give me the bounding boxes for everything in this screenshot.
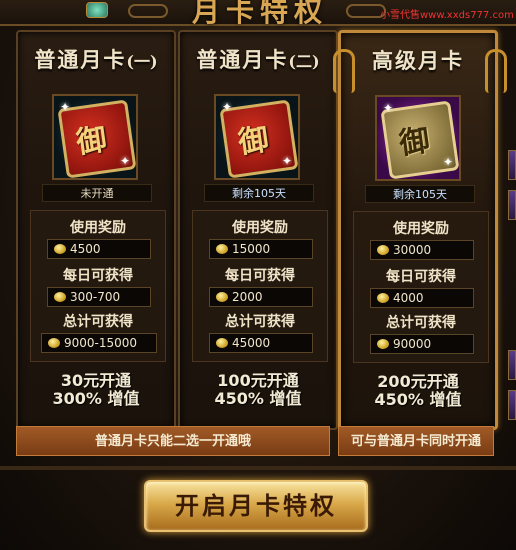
- card-price: 30元开通 300% 增值: [52, 371, 140, 408]
- panel-title: 月卡特权: [191, 0, 328, 28]
- card-title: 高级月卡: [372, 48, 464, 73]
- gold-coin-icon: [377, 293, 389, 303]
- watermark-text: 小雪代售www.xxds777.com: [380, 10, 514, 21]
- total-value-box: 90000: [370, 334, 474, 354]
- total-label: 总计可获得: [63, 314, 133, 330]
- daily-label: 每日可获得: [63, 268, 133, 284]
- gold-coin-icon: [377, 339, 389, 349]
- card-price: 100元开通 450% 增值: [214, 371, 302, 408]
- total-label: 总计可获得: [386, 315, 456, 331]
- red-book-icon: 御 ✦ ✦: [52, 94, 138, 180]
- gold-coin-icon: [54, 244, 66, 254]
- total-label: 总计可获得: [225, 314, 295, 330]
- card-status: 剩余105天: [365, 185, 475, 203]
- daily-value-box: 4000: [370, 288, 474, 308]
- reward-section: 使用奖励 15000 每日可获得 2000 总计可获得 45000: [192, 210, 328, 362]
- gold-coin-icon: [48, 338, 60, 348]
- reward-section: 使用奖励 4500 每日可获得 300-700 总计可获得 9000-15000: [30, 210, 166, 362]
- gold-coin-icon: [216, 244, 228, 254]
- side-menu-icon[interactable]: [508, 150, 516, 180]
- reward-label: 使用奖励: [70, 220, 126, 236]
- reward-value-box: 4500: [47, 239, 151, 259]
- gem-icon: [86, 2, 108, 18]
- gold-coin-icon: [216, 338, 228, 348]
- red-book-icon: 御 ✦ ✦: [214, 94, 300, 180]
- gold-coin-icon: [216, 292, 228, 302]
- reward-label: 使用奖励: [393, 221, 449, 237]
- gold-book-icon: 御 ✦ ✦: [375, 95, 461, 181]
- knot-ornament: [128, 4, 168, 18]
- card-title: 普通月卡(一): [34, 47, 158, 72]
- daily-value-box: 300-700: [47, 287, 151, 307]
- card-title: 普通月卡(二): [196, 47, 320, 72]
- card-price: 200元开通 450% 增值: [374, 372, 462, 409]
- card-status: 剩余105天: [204, 184, 314, 202]
- daily-value-box: 2000: [209, 287, 313, 307]
- reward-label: 使用奖励: [232, 220, 288, 236]
- total-value-box: 45000: [209, 333, 313, 353]
- gold-coin-icon: [54, 292, 66, 302]
- side-menu-icon[interactable]: [508, 350, 516, 380]
- daily-label: 每日可获得: [225, 268, 295, 284]
- total-value-box: 9000-15000: [41, 333, 157, 353]
- premium-card-note: 可与普通月卡同时开通: [338, 426, 494, 456]
- month-card-premium[interactable]: 高级月卡 御 ✦ ✦ 剩余105天 使用奖励 30000 每日可获得 4000 …: [333, 30, 507, 430]
- month-card-panel: 月卡特权 小雪代售www.xxds777.com 普通月卡(一) 御 ✦ ✦ 未…: [0, 0, 516, 550]
- reward-section: 使用奖励 30000 每日可获得 4000 总计可获得 90000: [353, 211, 489, 363]
- reward-value-box: 15000: [209, 239, 313, 259]
- daily-label: 每日可获得: [386, 269, 456, 285]
- month-card-normal-1[interactable]: 普通月卡(一) 御 ✦ ✦ 未开通 使用奖励 4500 每日可获得 300-70…: [16, 30, 176, 430]
- side-menu-icon[interactable]: [508, 190, 516, 220]
- divider: [0, 466, 516, 470]
- gold-coin-icon: [377, 245, 389, 255]
- top-banner: 月卡特权 小雪代售www.xxds777.com: [0, 0, 516, 28]
- reward-value-box: 30000: [370, 240, 474, 260]
- open-month-card-button[interactable]: 开启月卡特权: [144, 480, 368, 532]
- normal-card-note: 普通月卡只能二选一开通哦: [16, 426, 330, 456]
- card-status: 未开通: [42, 184, 152, 202]
- side-menu-icon[interactable]: [508, 390, 516, 420]
- month-card-normal-2[interactable]: 普通月卡(二) 御 ✦ ✦ 剩余105天 使用奖励 15000 每日可获得 20…: [178, 30, 338, 430]
